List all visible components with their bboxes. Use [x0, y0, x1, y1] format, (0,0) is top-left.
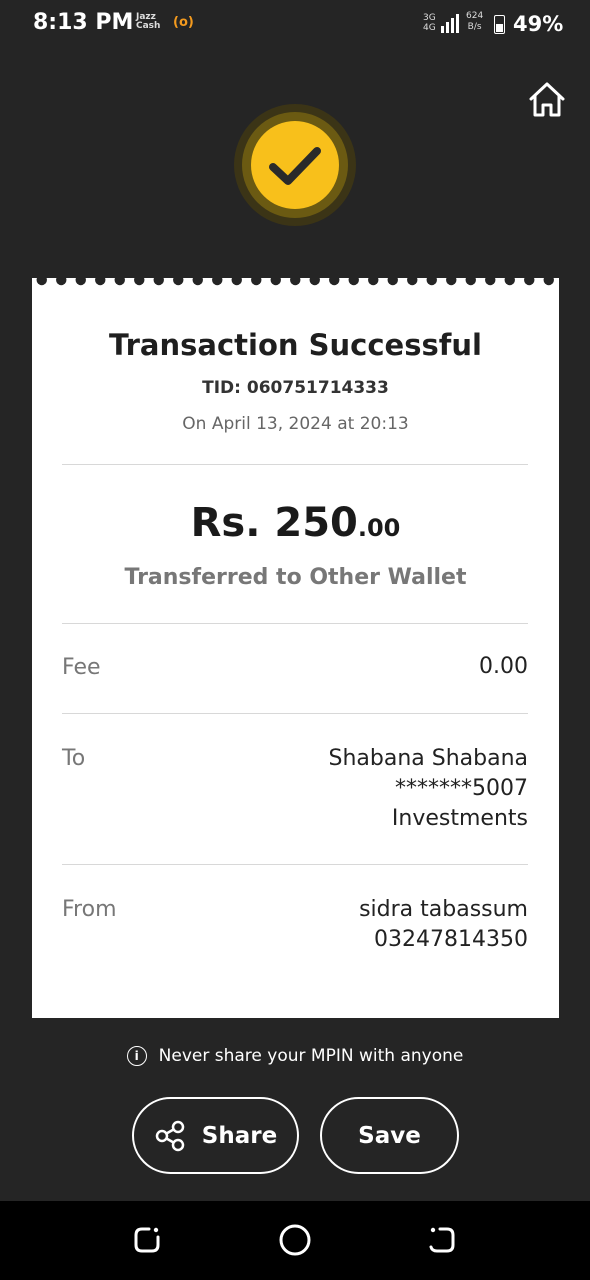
fee-label: Fee — [62, 655, 101, 680]
status-time: 8:13 PM — [33, 10, 134, 35]
share-icon — [155, 1120, 185, 1151]
fee-value: 0.00 — [479, 654, 528, 679]
network-type-icon: 3G 4G — [423, 13, 436, 33]
mpin-warning: i Never share your MPIN with anyone — [0, 1046, 590, 1066]
divider — [62, 864, 528, 865]
signal-icon — [441, 14, 459, 33]
transaction-amount: Rs. 250.00 — [190, 500, 401, 546]
divider — [62, 623, 528, 624]
info-icon: i — [126, 1046, 147, 1066]
receipt-title: Transaction Successful — [109, 328, 482, 362]
hotspot-icon: (o) — [173, 15, 194, 30]
mpin-warning-text: Never share your MPIN with anyone — [158, 1046, 464, 1066]
share-button-label: Share — [201, 1122, 278, 1149]
receipt-card: Transaction Successful TID: 060751714333… — [32, 289, 559, 1018]
home-nav-icon[interactable] — [277, 1222, 313, 1258]
network-speed: 624 B/s — [466, 11, 484, 32]
check-icon — [251, 121, 339, 209]
transfer-type: Transferred to Other Wallet — [124, 565, 467, 590]
jazzcash-notification-icon: Jazz Cash — [136, 12, 161, 31]
success-badge — [234, 104, 356, 226]
transaction-id: TID: 060751714333 — [202, 378, 389, 398]
sender-name: sidra tabassum — [359, 897, 528, 922]
home-icon[interactable] — [527, 80, 567, 118]
share-button[interactable]: Share — [132, 1097, 299, 1174]
recipient-account: *******5007 — [395, 776, 528, 801]
divider — [62, 464, 528, 465]
transaction-date: On April 13, 2024 at 20:13 — [182, 414, 409, 434]
save-button[interactable]: Save — [320, 1097, 459, 1174]
save-button-label: Save — [358, 1122, 421, 1149]
recipient-name: Shabana Shabana — [328, 746, 528, 771]
recipient-details: Shabana Shabana *******5007 Investments — [328, 744, 528, 834]
sender-account: 03247814350 — [374, 927, 528, 952]
battery-icon — [494, 15, 505, 34]
battery-level: 49% — [513, 12, 564, 36]
from-label: From — [62, 897, 117, 922]
sender-details: sidra tabassum 03247814350 — [359, 895, 528, 955]
recipient-detail: Investments — [391, 806, 528, 831]
divider — [62, 713, 528, 714]
recents-icon[interactable] — [129, 1222, 165, 1258]
status-bar: 8:13 PM Jazz Cash (o) 3G 4G 624 B/s 49% — [0, 0, 590, 50]
to-label: To — [62, 746, 86, 771]
back-icon[interactable] — [424, 1222, 460, 1258]
